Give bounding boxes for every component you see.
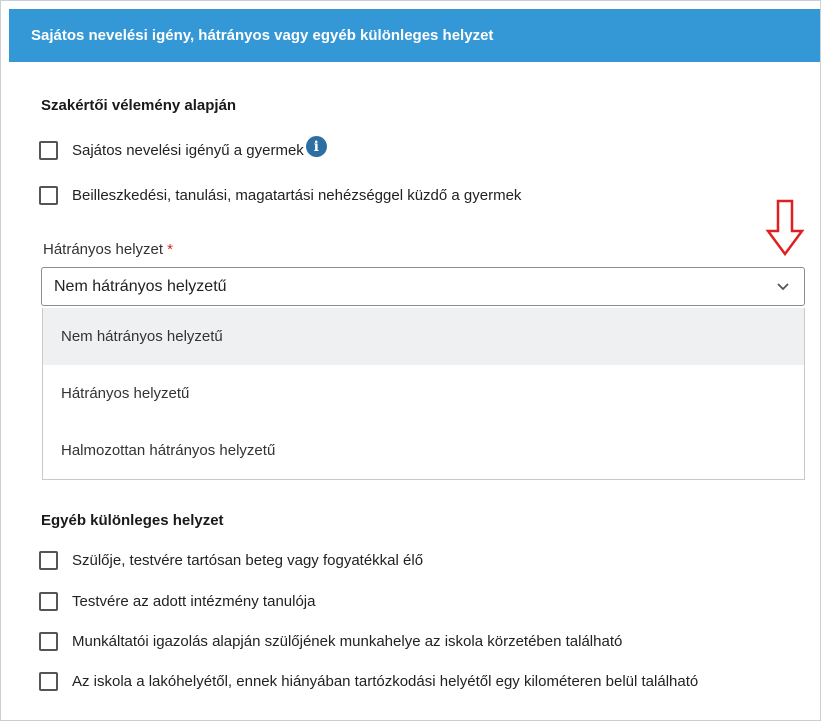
checkbox-label: Munkáltatói igazolás alapján szülőjének …	[72, 633, 623, 650]
disadvantage-label: Hátrányos helyzet *	[43, 241, 173, 258]
expert-section-title: Szakértői vélemény alapján	[41, 97, 237, 114]
checkbox-label: Az iskola a lakóhelyétől, ennek hiányába…	[72, 673, 699, 690]
checkbox-special-needs[interactable]: Sajátos nevelési igényű a gyermek i	[39, 136, 327, 160]
select-value: Nem hátrányos helyzetű	[54, 277, 227, 295]
panel-header: Sajátos nevelési igény, hátrányos vagy e…	[9, 9, 820, 62]
checkbox-box[interactable]	[39, 186, 58, 205]
chevron-down-icon[interactable]	[776, 280, 790, 294]
checkbox-box[interactable]	[39, 592, 58, 611]
checkbox-label: Beilleszkedési, tanulási, magatartási ne…	[72, 187, 522, 204]
other-section-title: Egyéb különleges helyzet	[41, 512, 224, 529]
option-disadvantaged[interactable]: Hátrányos helyzetű	[43, 365, 804, 422]
disadvantage-select[interactable]: Nem hátrányos helyzetű	[41, 267, 805, 306]
checkbox-school-nearby[interactable]: Az iskola a lakóhelyétől, ennek hiányába…	[39, 672, 698, 691]
checkbox-label: Testvére az adott intézmény tanulója	[72, 593, 316, 610]
info-icon[interactable]: i	[305, 136, 327, 157]
checkbox-label: Sajátos nevelési igényű a gyermek	[72, 142, 304, 159]
disadvantage-label-text: Hátrányos helyzet	[43, 241, 164, 258]
form-panel: Sajátos nevelési igény, hátrányos vagy e…	[0, 0, 821, 721]
checkbox-box[interactable]	[39, 632, 58, 651]
option-not-disadvantaged[interactable]: Nem hátrányos helyzetű	[43, 308, 804, 365]
checkbox-parent-ill[interactable]: Szülője, testvére tartósan beteg vagy fo…	[39, 551, 423, 570]
option-multiply-disadvantaged[interactable]: Halmozottan hátrányos helyzetű	[43, 422, 804, 479]
required-marker: *	[167, 241, 173, 258]
checkbox-integration-difficulty[interactable]: Beilleszkedési, tanulási, magatartási ne…	[39, 186, 521, 205]
checkbox-box[interactable]	[39, 672, 58, 691]
disadvantage-dropdown-list: Nem hátrányos helyzetű Hátrányos helyzet…	[42, 308, 805, 480]
panel-title: Sajátos nevelési igény, hátrányos vagy e…	[31, 27, 494, 44]
checkbox-label: Szülője, testvére tartósan beteg vagy fo…	[72, 552, 424, 569]
checkbox-box[interactable]	[39, 551, 58, 570]
red-down-arrow-icon	[765, 199, 805, 257]
checkbox-sibling-student[interactable]: Testvére az adott intézmény tanulója	[39, 592, 315, 611]
checkbox-box[interactable]	[39, 141, 58, 160]
checkbox-parent-workplace[interactable]: Munkáltatói igazolás alapján szülőjének …	[39, 632, 622, 651]
